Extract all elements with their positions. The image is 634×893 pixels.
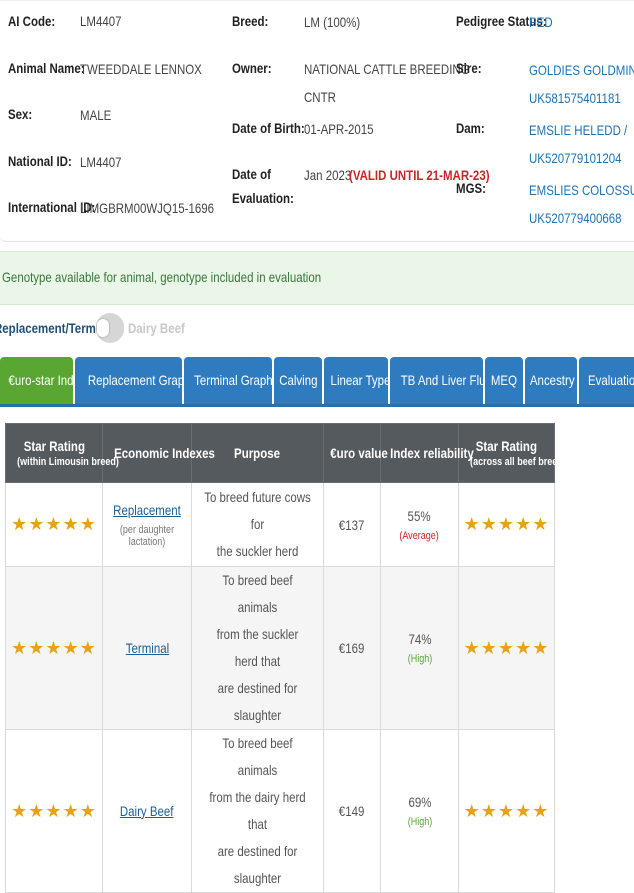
euro-value-cell: €137 [323, 482, 381, 567]
star-rating-icon: ★★★★★ [11, 637, 97, 658]
purpose-cell: To breed beef animals from the suckler he… [191, 566, 324, 730]
genotype-notice: Genotype available for animal, genotype … [0, 251, 634, 305]
tab-euro-star-index[interactable]: €uro-star Index [0, 357, 73, 404]
national-id-value: LM4407 [80, 154, 122, 170]
purpose-cell: To breed future cows for the suckler herd [191, 482, 324, 567]
star-rating-within-cell: ★★★★★ [5, 566, 103, 730]
national-id-label: National ID: [8, 153, 72, 169]
dob-value: 01-APR-2015 [304, 121, 374, 137]
breed-label: Breed: [232, 13, 269, 29]
star-rating-across-cell: ★★★★★ [458, 729, 555, 893]
index-link-dairy-beef[interactable]: Dairy Beef [120, 803, 174, 819]
star-rating-icon: ★★★★★ [463, 637, 550, 658]
header-economic-indexes: Economic Indexes [102, 423, 215, 483]
table-row: ★★★★★ Replacement (per daughter lactation… [5, 482, 555, 567]
index-link-replacement[interactable]: Replacement [113, 502, 181, 518]
dam-link-line2[interactable]: UK520779101204 [529, 150, 634, 166]
economic-index-cell: Replacement (per daughter lactation) [102, 482, 192, 567]
genotype-notice-text: Genotype available for animal, genotype … [2, 269, 322, 285]
table-header-row: Star Rating (within Limousin breed) Econo… [5, 423, 571, 483]
table-row: ★★★★★ Dairy Beef To breed beef animals fr… [5, 729, 555, 893]
sex-label: Sex: [8, 106, 33, 122]
toggle-knob [97, 319, 109, 337]
owner-label: Owner: [232, 60, 272, 76]
reliability-level: (High) [407, 653, 432, 665]
header-index-reliability: Index reliability [380, 423, 474, 483]
mgs-label: MGS: [456, 180, 486, 196]
international-id-value: LIMGBRM00WJQ15-1696 [80, 200, 214, 216]
ai-code-value: LM4407 [80, 13, 122, 29]
header-euro-value: €uro value [323, 423, 388, 483]
tab-replacement-graphics[interactable]: Replacement Graphics [75, 357, 182, 404]
sire-label: Sire: [456, 60, 482, 76]
sire-link-line2[interactable]: UK581575401181 [529, 90, 634, 106]
index-sub-note: (per daughter lactation) [119, 523, 175, 548]
economic-index-cell: Terminal [102, 566, 192, 730]
pedigree-status-value: PED [529, 14, 553, 30]
index-type-toggle-row: Replacement/Terminal Dairy Beef [0, 313, 634, 343]
star-rating-across-cell: ★★★★★ [458, 482, 555, 567]
sex-value: MALE [80, 107, 112, 123]
euro-value-cell: €149 [323, 729, 381, 893]
mgs-link-line2[interactable]: UK520779400668 [529, 210, 634, 226]
star-rating-icon: ★★★★★ [11, 800, 97, 821]
owner-value-line2: CNTR [304, 89, 336, 105]
star-rating-icon: ★★★★★ [463, 800, 550, 821]
index-link-terminal[interactable]: Terminal [125, 640, 168, 656]
reliability-cell: 55% (Average) [380, 482, 459, 567]
evaluation-label-line2: Evaluation: [232, 190, 294, 206]
index-type-toggle-switch[interactable] [96, 313, 124, 343]
mgs-link-line1[interactable]: EMSLIES COLOSSUS / [529, 182, 634, 198]
dam-link-line1[interactable]: EMSLIE HELEDD / [529, 122, 634, 138]
star-rating-within-cell: ★★★★★ [5, 729, 103, 893]
ai-code-label: AI Code: [8, 13, 56, 29]
tab-calving[interactable]: Calving [274, 357, 322, 404]
tab-linear-type[interactable]: Linear Type [324, 357, 388, 404]
tab-meq[interactable]: MEQ [485, 357, 523, 404]
animal-name-value: TWEEDDALE LENNOX [80, 61, 202, 77]
purpose-cell: To breed beef animals from the dairy herd… [191, 729, 324, 893]
toggle-label-dairy-beef[interactable]: Dairy Beef [128, 320, 197, 336]
euro-value-cell: €169 [323, 566, 381, 730]
star-rating-across-cell: ★★★★★ [458, 566, 555, 730]
evaluation-valid-until: (VALID UNTIL 21-MAR-23) [349, 167, 490, 183]
tab-tb-and-liver-fluke[interactable]: TB And Liver Fluke [390, 357, 483, 404]
sire-link-line1[interactable]: GOLDIES GOLDMINE / [529, 62, 634, 78]
reliability-level: (Average) [399, 529, 440, 542]
breed-value: LM (100%) [304, 14, 361, 30]
reliability-level: (High) [407, 816, 432, 828]
economic-index-cell: Dairy Beef [102, 729, 192, 893]
reliability-cell: 69% (High) [380, 729, 459, 893]
tab-ancestry[interactable]: Ancestry [525, 357, 577, 404]
table-row: ★★★★★ Terminal To breed beef animals from… [5, 566, 555, 730]
evaluation-label-line1: Date of [232, 166, 271, 182]
tab-terminal-graphics[interactable]: Terminal Graphics [184, 357, 272, 404]
euro-star-index-table: Star Rating (within Limousin breed) Econo… [5, 423, 571, 893]
header-star-rating-within: Star Rating (within Limousin breed) [5, 423, 119, 483]
star-rating-icon: ★★★★★ [11, 514, 97, 534]
animal-info-card: AI Code: LM4407 Animal Name: TWEEDDALE L… [0, 0, 634, 242]
reliability-cell: 74% (High) [380, 566, 459, 730]
star-rating-icon: ★★★★★ [463, 514, 550, 534]
tab-evaluation-history[interactable]: Evaluation History [579, 357, 634, 404]
star-rating-within-cell: ★★★★★ [5, 482, 103, 567]
dam-label: Dam: [456, 120, 485, 136]
evaluation-tabs: €uro-star Index Replacement Graphics Ter… [0, 357, 634, 407]
